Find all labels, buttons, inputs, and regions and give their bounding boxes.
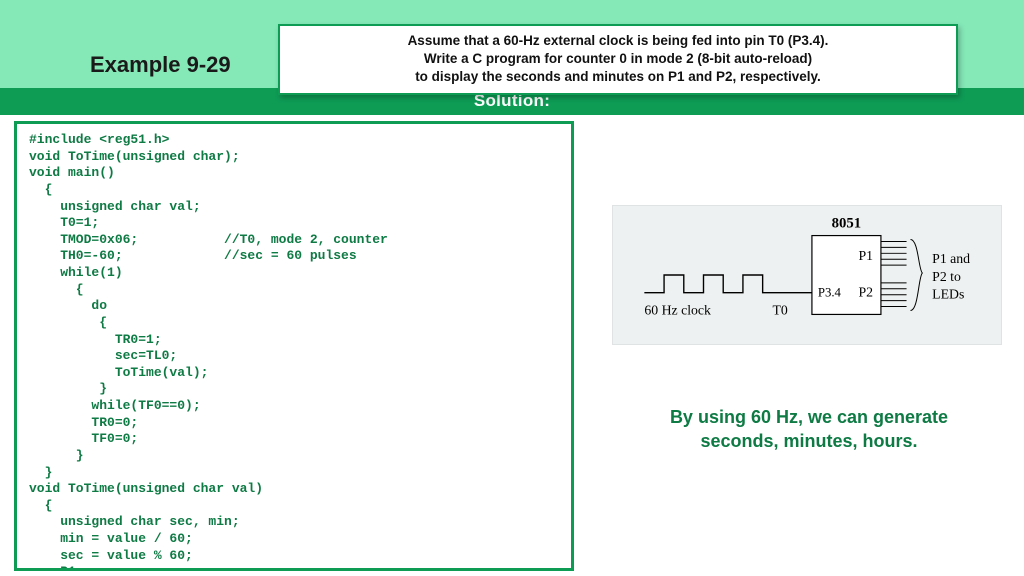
- code-listing: #include <reg51.h> void ToTime(unsigned …: [14, 121, 574, 571]
- problem-line-1: Assume that a 60-Hz external clock is be…: [292, 32, 944, 50]
- right-column: 8051 P1 P2 P3.4 60 Hz clock T0: [574, 115, 1024, 575]
- p2-label: P2: [858, 285, 873, 300]
- t0-label: T0: [773, 302, 788, 317]
- p1-label: P1: [858, 248, 873, 263]
- p34-label: P3.4: [818, 286, 842, 300]
- problem-statement: Assume that a 60-Hz external clock is be…: [278, 24, 958, 95]
- leds-l3: LEDs: [932, 287, 964, 302]
- leds-l2: P2 to: [932, 269, 961, 284]
- block-diagram: 8051 P1 P2 P3.4 60 Hz clock T0: [612, 205, 1002, 345]
- header-band: Example 9-29 Assume that a 60-Hz externa…: [0, 0, 1024, 88]
- main-area: #include <reg51.h> void ToTime(unsigned …: [0, 115, 1024, 575]
- clock-label: 60 Hz clock: [644, 302, 711, 317]
- chip-label: 8051: [832, 216, 862, 232]
- leds-l1: P1 and: [932, 251, 970, 266]
- bottom-note: By using 60 Hz, we can generate seconds,…: [634, 405, 984, 454]
- example-title: Example 9-29: [90, 52, 231, 78]
- problem-line-2: Write a C program for counter 0 in mode …: [292, 50, 944, 68]
- problem-line-3: to display the seconds and minutes on P1…: [292, 68, 944, 86]
